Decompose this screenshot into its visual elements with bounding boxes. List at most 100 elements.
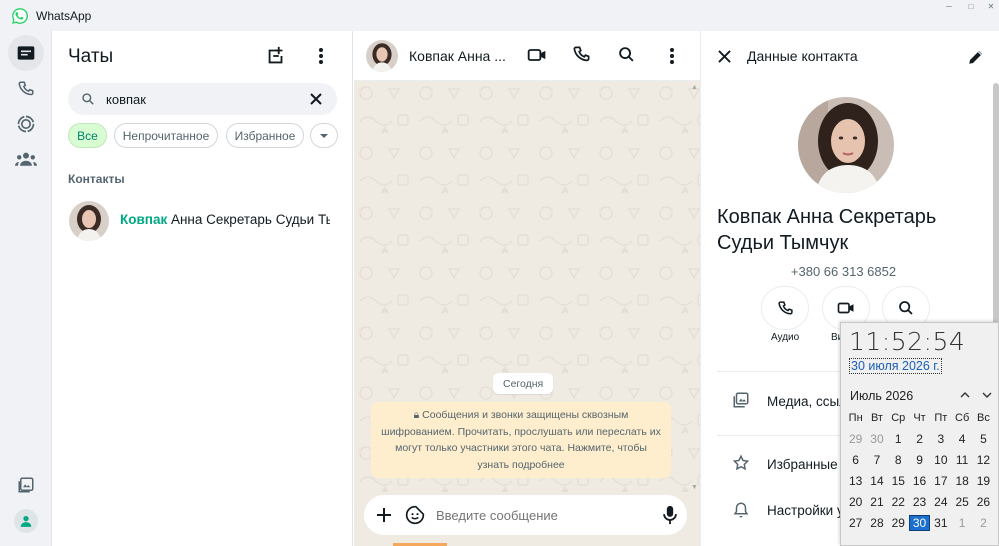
chat-contact-name[interactable]: Ковпак Анна ... bbox=[409, 48, 506, 64]
calendar-day[interactable]: 27 bbox=[845, 516, 866, 530]
user-icon bbox=[20, 516, 32, 527]
video-call-button[interactable] bbox=[527, 45, 547, 65]
calendar-day[interactable]: 22 bbox=[888, 495, 909, 509]
chat-avatar[interactable] bbox=[366, 40, 398, 72]
chat-header[interactable]: Ковпак Анна ... bbox=[354, 31, 700, 81]
calendar-day[interactable]: 28 bbox=[866, 516, 887, 530]
calendar-day[interactable]: 8 bbox=[888, 453, 909, 467]
calendar-day[interactable]: 11 bbox=[951, 453, 972, 467]
calendar-day[interactable]: 5 bbox=[973, 432, 994, 446]
close-icon bbox=[718, 50, 731, 63]
calendar-day[interactable]: 15 bbox=[888, 474, 909, 488]
filter-dropdown-button[interactable] bbox=[310, 123, 338, 148]
calendar-day[interactable]: 12 bbox=[973, 453, 994, 467]
chats-icon bbox=[17, 46, 35, 60]
calendar-previous-button[interactable] bbox=[959, 389, 971, 401]
communities-nav-button[interactable] bbox=[8, 141, 44, 177]
calendar-day[interactable]: 30 bbox=[866, 432, 887, 446]
clock-date-link[interactable]: 30 июля 2026 г. bbox=[849, 358, 942, 374]
contact-photo[interactable] bbox=[798, 97, 894, 193]
sticker-icon bbox=[405, 505, 425, 525]
encryption-notice-text: Сообщения и звонки защищены сквозным шиф… bbox=[381, 409, 661, 471]
calendar-day[interactable]: 17 bbox=[930, 474, 951, 488]
contact-phone: +380 66 313 6852 bbox=[790, 264, 897, 279]
filter-chip-unread[interactable]: Непрочитанное bbox=[114, 123, 218, 148]
calendar-day[interactable]: 14 bbox=[866, 474, 887, 488]
chat-search-button[interactable] bbox=[618, 46, 635, 63]
calendar-day[interactable]: 19 bbox=[973, 474, 994, 488]
filter-chip-favorites[interactable]: Избранное bbox=[226, 123, 304, 148]
profile-avatar bbox=[14, 509, 38, 533]
search-icon bbox=[82, 93, 94, 105]
calendar-day[interactable]: 3 bbox=[930, 432, 951, 446]
calls-nav-button[interactable] bbox=[8, 71, 44, 107]
video-icon bbox=[837, 302, 854, 314]
scroll-up-arrow[interactable]: ▲ bbox=[691, 84, 698, 91]
close-contact-info-button[interactable] bbox=[718, 50, 731, 63]
calendar-weeks: 29 30 1 2 3 4 5 6 7 8 9 10 11 12 13 14 15 16 17 18 19 20 21 22 2… bbox=[845, 428, 998, 533]
chats-nav-button[interactable] bbox=[8, 35, 44, 71]
audio-action-label: Аудио bbox=[771, 332, 800, 343]
audio-call-action-button[interactable] bbox=[761, 286, 809, 330]
calendar-day[interactable]: 10 bbox=[930, 453, 951, 467]
encryption-notice[interactable]: 🔒︎ Сообщения и звонки защищены сквозным … bbox=[371, 402, 671, 478]
emoji-button[interactable] bbox=[405, 505, 425, 525]
calendar-day[interactable]: 6 bbox=[845, 453, 866, 467]
plus-icon bbox=[377, 508, 391, 522]
calendar-day[interactable]: 2 bbox=[909, 432, 930, 446]
calendar-day[interactable]: 29 bbox=[888, 516, 909, 530]
calendar-day[interactable]: 18 bbox=[951, 474, 972, 488]
calendar-day[interactable]: 4 bbox=[951, 432, 972, 446]
calendar-day[interactable]: 13 bbox=[845, 474, 866, 488]
weekday-label: Вс bbox=[977, 411, 990, 424]
message-area[interactable]: Сегодня 🔒︎ Сообщения и звонки защищены с… bbox=[354, 81, 700, 492]
chat-list-menu-button[interactable] bbox=[311, 45, 331, 67]
message-input[interactable] bbox=[436, 505, 636, 525]
calendar-day[interactable]: 1 bbox=[888, 432, 909, 446]
calendar-day[interactable]: 31 bbox=[930, 516, 951, 530]
weekday-label: Пт bbox=[934, 411, 948, 424]
media-nav-button[interactable] bbox=[8, 467, 44, 503]
contact-avatar bbox=[69, 201, 109, 241]
calendar-day[interactable]: 29 bbox=[845, 432, 866, 446]
attach-button[interactable] bbox=[375, 506, 393, 524]
minimize-button[interactable]: ─ bbox=[943, 2, 955, 12]
status-nav-button[interactable] bbox=[8, 106, 44, 142]
profile-nav-button[interactable] bbox=[8, 503, 44, 539]
search-input[interactable] bbox=[106, 89, 296, 109]
calendar-day[interactable]: 25 bbox=[951, 495, 972, 509]
calendar-day[interactable]: 30 bbox=[908, 514, 931, 531]
calendar-day[interactable]: 9 bbox=[909, 453, 930, 467]
scroll-down-arrow[interactable]: ▼ bbox=[691, 484, 698, 491]
calendar-day[interactable]: 2 bbox=[973, 516, 994, 530]
lock-icon: 🔒︎ bbox=[413, 409, 423, 421]
navigation-rail bbox=[0, 31, 52, 546]
maximize-button[interactable]: □ bbox=[965, 2, 977, 12]
calendar-day[interactable]: 26 bbox=[973, 495, 994, 509]
system-clock-popup: 11:52:54 30 июля 2026 г. Июль 2026 Пн Вт… bbox=[840, 322, 999, 546]
contact-info-scrollbar[interactable] bbox=[993, 83, 999, 353]
calendar-day[interactable]: 23 bbox=[909, 495, 930, 509]
calendar-month-label[interactable]: Июль 2026 bbox=[850, 389, 913, 403]
contact-list-item[interactable]: Ковпак Анна Секретарь Судьи Тым bbox=[52, 197, 352, 245]
edit-contact-button[interactable] bbox=[967, 48, 985, 66]
calendar-day[interactable]: 20 bbox=[845, 495, 866, 509]
filter-chip-all[interactable]: Все bbox=[68, 123, 107, 148]
calendar-day[interactable]: 24 bbox=[930, 495, 951, 509]
video-icon bbox=[527, 49, 546, 61]
contact-name-rest: Анна Секретарь Судьи Тым bbox=[167, 212, 330, 227]
chat-menu-button[interactable] bbox=[662, 45, 682, 67]
calendar-next-button[interactable] bbox=[981, 389, 993, 401]
calendar-day[interactable]: 7 bbox=[866, 453, 887, 467]
calendar-day[interactable]: 21 bbox=[866, 495, 887, 509]
contact-name-match: Ковпак bbox=[120, 212, 168, 227]
clear-search-button[interactable] bbox=[309, 92, 323, 106]
new-chat-button[interactable] bbox=[265, 45, 287, 67]
communities-icon bbox=[15, 152, 37, 166]
close-window-button[interactable]: ✕ bbox=[985, 2, 997, 12]
voice-message-button[interactable] bbox=[662, 505, 678, 525]
chat-panel: Ковпак Анна ... Сегодня 🔒︎ Сообщения и з… bbox=[354, 31, 700, 546]
voice-call-button[interactable] bbox=[572, 45, 591, 64]
calendar-day[interactable]: 16 bbox=[909, 474, 930, 488]
calendar-day[interactable]: 1 bbox=[951, 516, 972, 530]
